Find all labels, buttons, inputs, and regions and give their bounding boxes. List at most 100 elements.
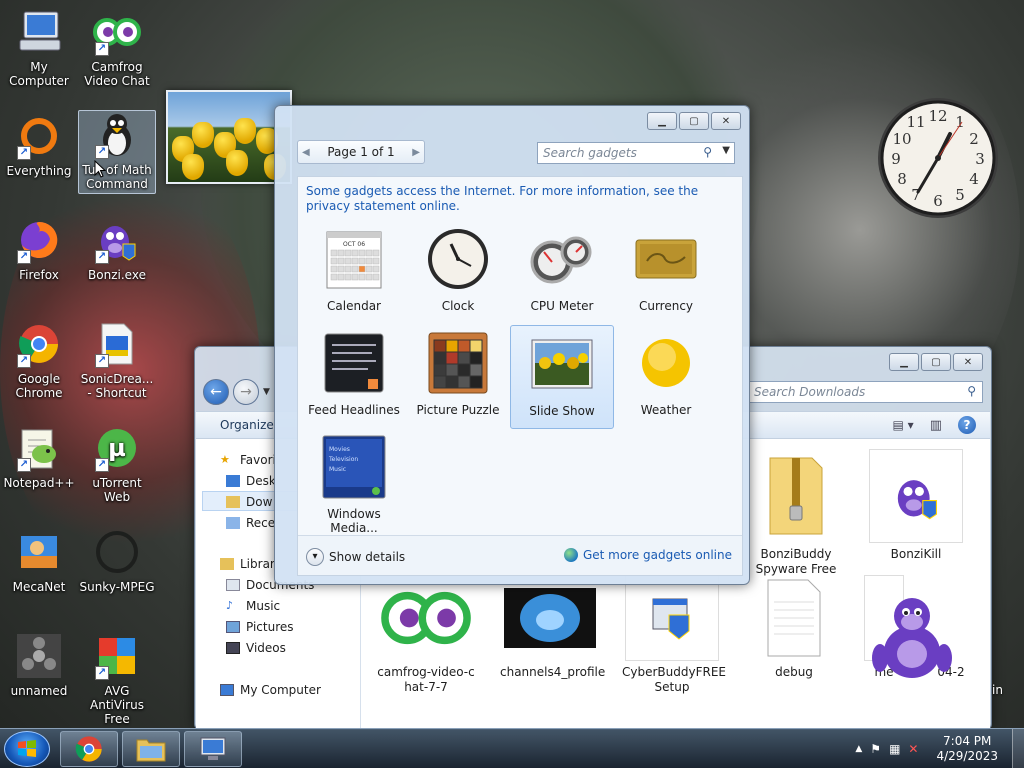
network-icon[interactable]: ▦ [889,742,900,756]
desktop-icon-unnamed[interactable]: unnamed [0,632,78,698]
file-cyberbuddy-setup[interactable]: CyberBuddyFREE Setup [622,575,726,695]
taskbar-chrome-button[interactable] [60,731,118,767]
close-button[interactable]: ✕ [711,112,741,130]
gadget-clock[interactable]: Clock [406,221,510,325]
desktop-icon-tux-math[interactable]: ↗ Tux of Math Command [78,110,156,194]
mouse-cursor-icon [94,160,106,178]
show-details-button[interactable]: ▾ Show details [306,548,405,566]
maximize-button[interactable]: ▢ [679,112,709,130]
desktop-icon-utorrent[interactable]: µ ↗ uTorrent Web [78,424,156,504]
gadget-windows-media-center[interactable]: Movies Television Music Windows Media... [302,429,406,535]
preview-pane-icon[interactable]: ▥ [930,418,942,433]
search-gadgets-input[interactable]: Search gadgets ⚲ ▼ [537,142,735,164]
privacy-notice-link[interactable]: Some gadgets access the Internet. For mo… [306,184,726,214]
notepadpp-icon: ↗ [15,424,63,472]
start-button[interactable] [4,731,50,767]
image-icon [503,575,597,661]
arrow-left-icon: ← [210,384,222,400]
sidebar-item-recent[interactable]: Rece [226,516,275,530]
system-tray: ▲ ⚑ ▦ ✕ 7:04 PM 4/29/2023 [855,729,1024,768]
slideshow-icon [530,332,594,396]
sidebar-item-my-computer[interactable]: My Computer [220,683,321,697]
sidebar-item-favorites[interactable]: ★ Favori [220,453,276,467]
library-icon [220,558,234,570]
desktop-icon-firefox[interactable]: ↗ Firefox [0,216,78,282]
gadget-currency[interactable]: Currency [614,221,718,325]
chevron-down-icon[interactable]: ▼ [722,145,730,156]
next-page-icon[interactable]: ▶ [412,147,420,158]
gadget-slide-show[interactable]: Slide Show [510,325,614,429]
gadget-calendar[interactable]: OCT 06 Calendar [302,221,406,325]
text-file-icon [747,575,841,661]
minimize-button[interactable]: ▁ [889,353,919,371]
gadget-cpu-meter[interactable]: CPU Meter [510,221,614,325]
everything-icon: ↗ [15,112,63,160]
volume-muted-icon[interactable]: ✕ [908,742,918,756]
close-button[interactable]: ✕ [953,353,983,371]
search-downloads-input[interactable]: Search Downloads ⚲ [749,381,983,403]
desktop-icon-sonic[interactable]: ↗ SonicDrea... - Shortcut [78,320,156,400]
sidebar-item-downloads[interactable]: Dow [226,495,272,509]
desktop-icon-everything[interactable]: ↗ Everything [0,112,78,178]
show-hidden-icons-icon[interactable]: ▲ [855,744,862,754]
desktop-icon-bonzi[interactable]: ↗ Bonzi.exe [78,216,156,282]
file-camfrog-setup[interactable]: camfrog-video-chat-7-7 [376,575,476,695]
desktop-icon-mecanet[interactable]: MecaNet [0,528,78,594]
svg-text:11: 11 [906,113,925,131]
computer-icon [220,684,234,696]
desktop-icon-notepadpp[interactable]: ↗ Notepad++ [0,424,78,490]
recent-icon [226,517,240,529]
gadget-gallery-window[interactable]: ▁ ▢ ✕ ◀ Page 1 of 1 ▶ Search gadgets ⚲ ▼… [274,105,750,585]
svg-text:4: 4 [969,170,979,188]
gadget-picture-puzzle[interactable]: Picture Puzzle [406,325,510,429]
desktop-icon-camfrog[interactable]: ↗ Camfrog Video Chat [78,8,156,88]
desktop-icon-sunky[interactable]: Sunky-MPEG [78,528,156,594]
desktop-icon-avg[interactable]: ↗ AVG AntiVirus Free [78,632,156,726]
organize-button[interactable]: Organize [220,418,274,432]
sidebar-item-desktop[interactable]: Desk [226,474,276,488]
file-bonzikill[interactable]: BonziKill [866,449,966,562]
action-center-flag-icon[interactable]: ⚑ [870,742,881,756]
computer-icon [15,8,63,56]
shortcut-arrow-icon: ↗ [17,250,31,264]
currency-icon [634,227,698,291]
taskbar-explorer-button[interactable] [122,731,180,767]
sidebar-item-libraries[interactable]: Librar [220,557,275,571]
gallery-footer: ▾ Show details Get more gadgets online [298,535,742,575]
get-more-gadgets-link[interactable]: Get more gadgets online [563,548,732,562]
sidebar-item-pictures[interactable]: Pictures [226,620,294,634]
bonzi-icon: ↗ [93,216,141,264]
forward-button[interactable]: → [233,379,259,405]
file-debug[interactable]: debug [744,575,844,680]
pictures-icon [226,621,240,633]
sidebar-item-videos[interactable]: Videos [226,641,286,655]
desktop-icon-my-computer[interactable]: My Computer [0,8,78,88]
taskbar-remote-desktop-button[interactable] [184,731,242,767]
avg-icon: ↗ [93,632,141,680]
gadget-feed-headlines[interactable]: Feed Headlines [302,325,406,429]
sidebar-item-music[interactable]: ♪ Music [226,599,280,613]
help-icon[interactable]: ? [958,416,976,434]
previous-page-icon[interactable]: ◀ [302,147,310,158]
globe-icon [563,548,578,562]
view-icon[interactable]: ▤ ▾ [893,418,914,432]
clock-icon [426,227,490,291]
minimize-button[interactable]: ▁ [647,112,677,130]
maximize-button[interactable]: ▢ [921,353,951,371]
show-desktop-button[interactable] [1012,729,1024,768]
desktop-icon-chrome[interactable]: ↗ Google Chrome [0,320,78,400]
page-selector[interactable]: ◀ Page 1 of 1 ▶ [297,140,425,164]
file-bonzibuddy-spyware[interactable]: BonziBuddy Spyware Free [746,449,846,577]
clock-gadget[interactable]: 12 1 2 345 678 9 10 11 [876,96,1000,220]
chevron-down-icon[interactable]: ▼ [263,387,270,397]
svg-text:12: 12 [928,107,947,125]
taskbar-clock[interactable]: 7:04 PM 4/29/2023 [936,734,998,764]
cpu-meter-icon [530,227,594,291]
svg-text:Television: Television [328,456,358,463]
tux-icon: ↗ [93,111,141,159]
back-button[interactable]: ← [203,379,229,405]
svg-text:Music: Music [329,466,346,473]
file-channels4-profile[interactable]: channels4_profile [500,575,605,680]
bonzi-buddy-character[interactable] [870,592,954,686]
gadget-weather[interactable]: Weather [614,325,718,429]
